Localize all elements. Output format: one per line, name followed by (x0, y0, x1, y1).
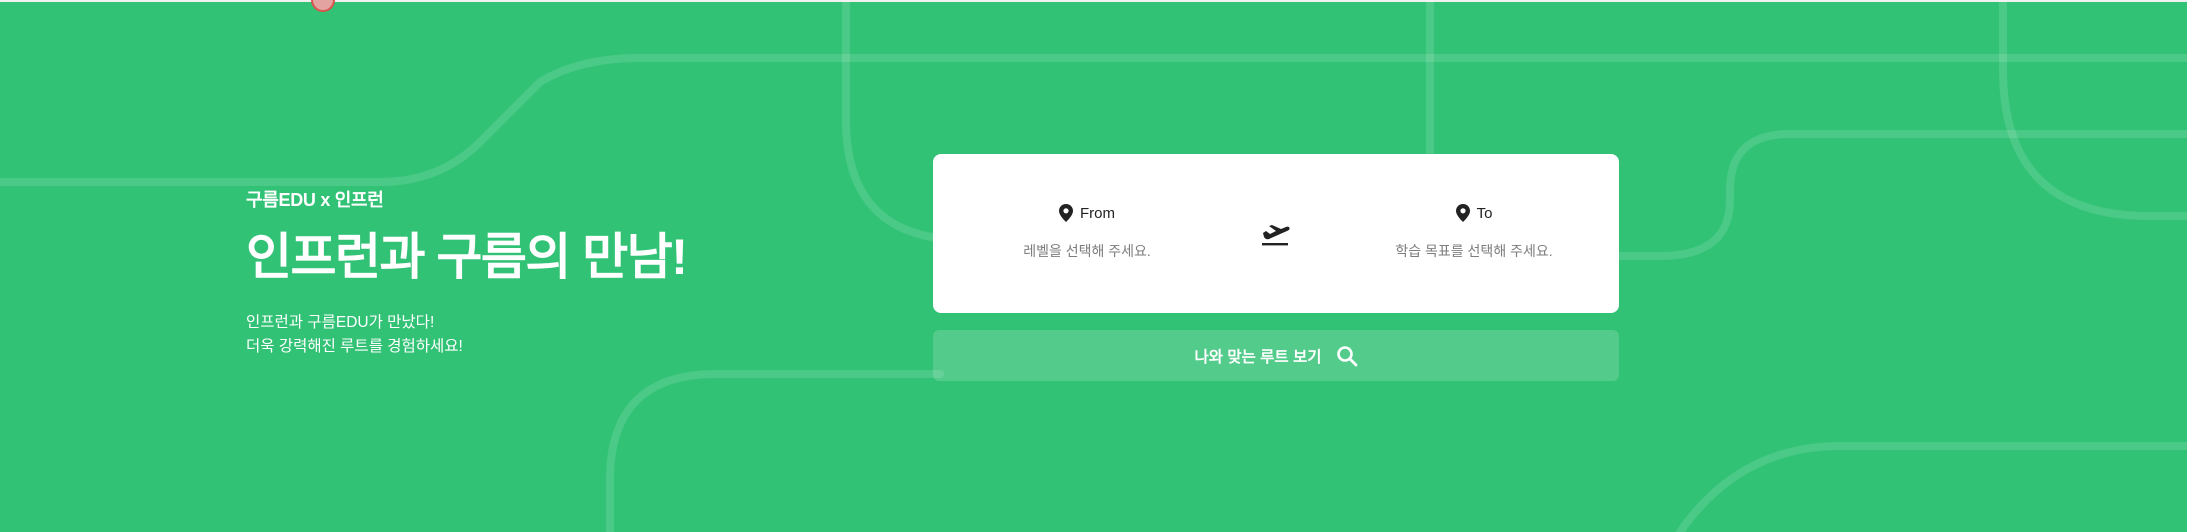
to-placeholder: 학습 목표를 선택해 주세요. (1395, 243, 1553, 259)
map-pin-icon (1455, 204, 1470, 222)
hero-banner: 구름EDU x 인프런 인프런과 구름의 만남! 인프런과 구름EDU가 만났다… (0, 0, 2187, 532)
search-icon (1336, 345, 1357, 366)
hero-description-line: 더욱 강력해진 루트를 경험하세요! (246, 338, 463, 355)
find-route-button[interactable]: 나와 맞는 루트 보기 (933, 330, 1619, 381)
map-pin-icon (1059, 204, 1073, 222)
hero-description: 인프런과 구름EDU가 만났다! 더욱 강력해진 루트를 경험하세요! (246, 311, 686, 359)
to-selector[interactable]: To 학습 목표를 선택해 주세요. (1354, 204, 1594, 261)
from-placeholder: 레벨을 선택해 주세요. (1023, 243, 1151, 259)
hero-text-block: 구름EDU x 인프런 인프런과 구름의 만남! 인프런과 구름EDU가 만났다… (246, 186, 688, 359)
to-label: To (1476, 204, 1493, 222)
route-selector-card: From 레벨을 선택해 주세요. To 학습 목표를 선택해 주세요. (933, 154, 1619, 313)
from-header: From (967, 204, 1207, 222)
to-header: To (1354, 204, 1594, 222)
hero-title: 인프런과 구름의 만남! (246, 229, 688, 285)
airplane-takeoff-icon (1262, 225, 1290, 246)
from-label: From (1080, 204, 1115, 222)
hero-eyebrow: 구름EDU x 인프런 (246, 190, 384, 210)
hero-description-line: 인프런과 구름EDU가 만났다! (246, 314, 435, 331)
find-route-label: 나와 맞는 루트 보기 (1194, 348, 1322, 366)
from-selector[interactable]: From 레벨을 선택해 주세요. (967, 204, 1207, 261)
